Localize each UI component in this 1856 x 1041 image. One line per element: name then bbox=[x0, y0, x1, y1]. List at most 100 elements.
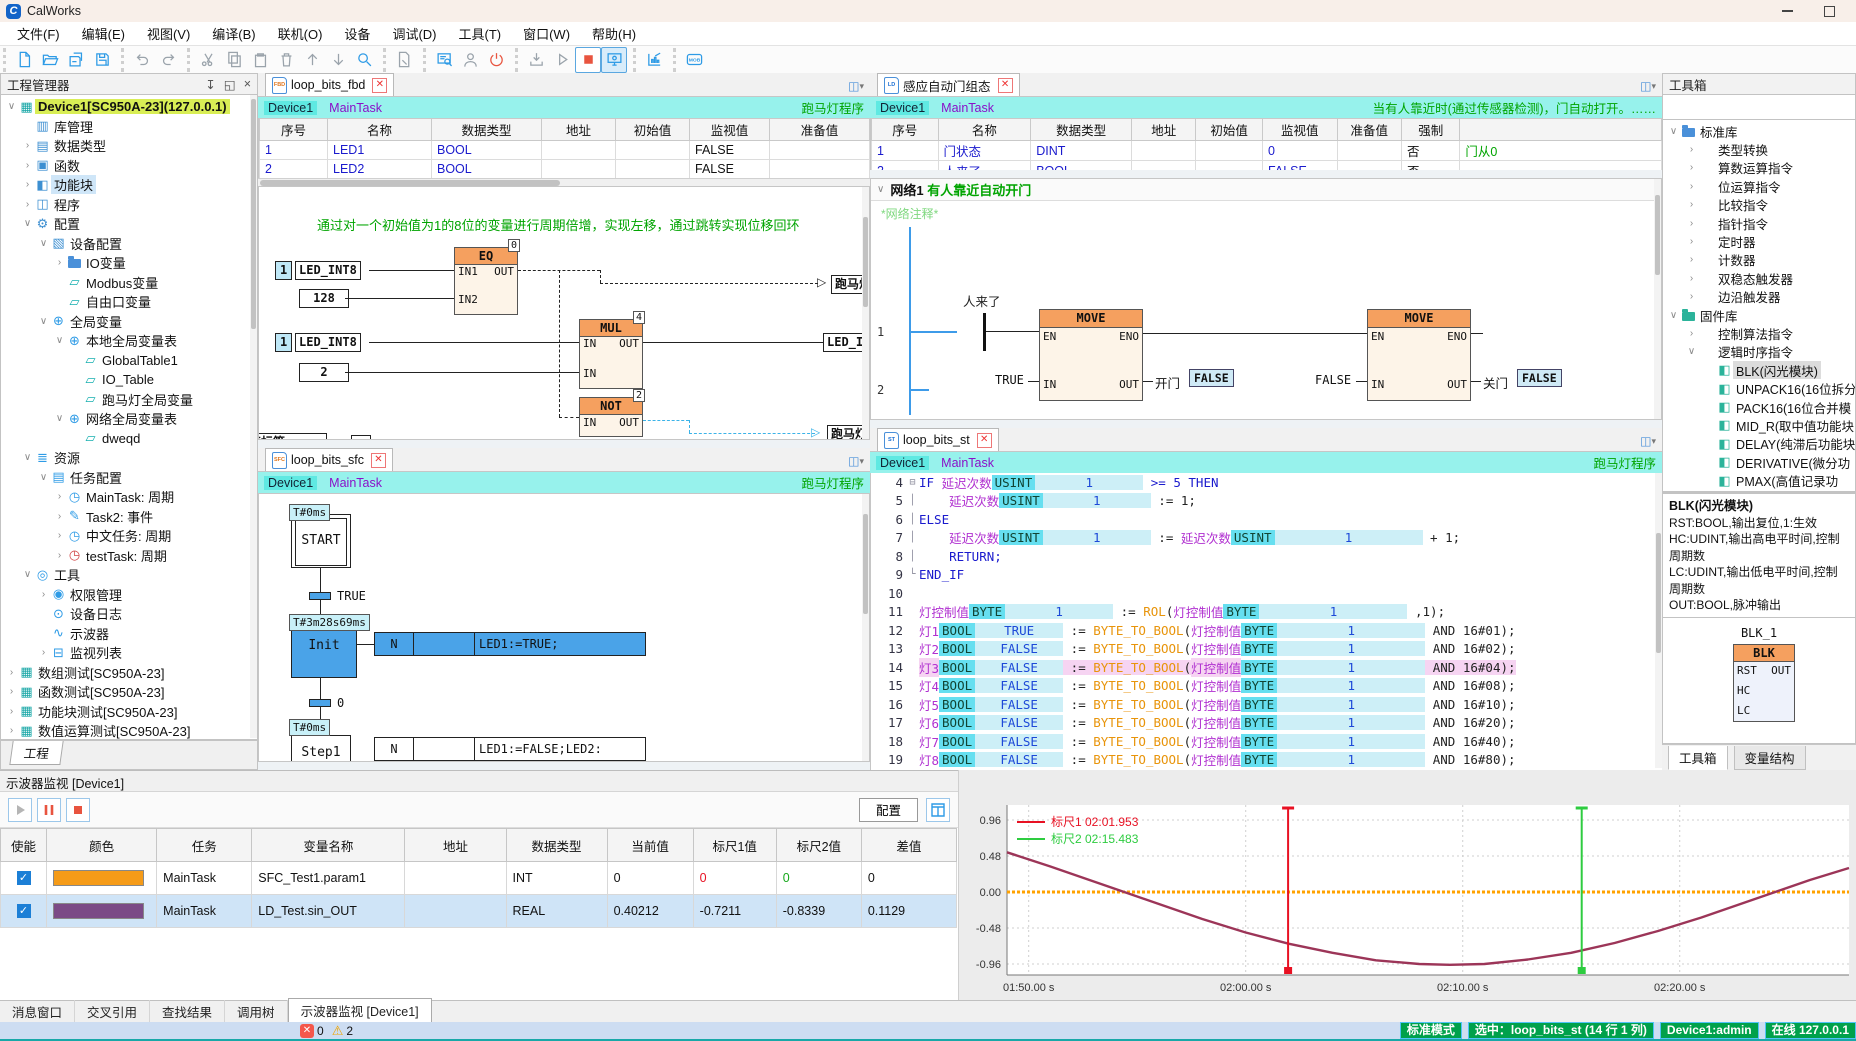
contact-icon[interactable] bbox=[983, 313, 986, 351]
fbd-operand-128[interactable]: 128 bbox=[299, 289, 349, 308]
tree-item[interactable]: ∨逻辑时序指令 bbox=[1663, 343, 1855, 361]
sfc-transition-true[interactable] bbox=[309, 592, 331, 600]
sfc-action-qualifier[interactable]: N bbox=[374, 632, 414, 656]
run-icon[interactable] bbox=[549, 47, 575, 73]
move-down-icon[interactable] bbox=[325, 47, 351, 73]
expand-icon[interactable]: › bbox=[37, 589, 50, 600]
expand-icon[interactable]: › bbox=[53, 491, 66, 502]
bottom-tab[interactable]: 查找结果 bbox=[150, 1000, 225, 1023]
scope-col-header[interactable]: 地址 bbox=[405, 829, 506, 862]
ld-diagram-canvas[interactable]: ∨ 网络1 有人靠近自动开门 *网络注释* 1 2 人来了 MOVE EN EN… bbox=[870, 178, 1662, 420]
scope-col-header[interactable]: 数据类型 bbox=[506, 829, 607, 862]
var-table-header[interactable]: 准备值 bbox=[770, 119, 870, 141]
tab-auto-door[interactable]: LD 感应自动门组态 ✕ bbox=[877, 73, 1020, 96]
collapse-icon[interactable]: ∨ bbox=[53, 413, 66, 424]
tree-item[interactable]: ◧MID_R(取中值功能块 bbox=[1663, 416, 1855, 434]
tree-item[interactable]: ›⊟监视列表 bbox=[1, 643, 257, 663]
scope-play-button[interactable] bbox=[8, 798, 32, 822]
sfc-task-link[interactable]: MainTask bbox=[329, 476, 382, 490]
tree-item[interactable]: ›位运算指令 bbox=[1663, 177, 1855, 195]
delete-icon[interactable] bbox=[273, 47, 299, 73]
fbd-operand-2[interactable]: 2 bbox=[299, 363, 349, 382]
tree-item[interactable]: ◧BLK(闪光模块) bbox=[1663, 361, 1855, 379]
menu-item[interactable]: 设备 bbox=[333, 24, 381, 43]
var-table-row[interactable]: 2人来了BOOLFALSE否 bbox=[872, 161, 1662, 171]
tree-item[interactable]: ›双稳态触发器 bbox=[1663, 269, 1855, 287]
var-table-header[interactable]: 序号 bbox=[872, 119, 939, 141]
expand-icon[interactable]: › bbox=[1685, 328, 1698, 339]
expand-icon[interactable]: › bbox=[1685, 181, 1698, 192]
tree-item[interactable]: ∨⊕全局变量 bbox=[1, 312, 257, 332]
minimize-button[interactable] bbox=[1770, 0, 1804, 22]
chart-tool-icon[interactable] bbox=[641, 47, 667, 73]
sfc-action2-code[interactable]: LED1:=FALSE;LED2: bbox=[474, 737, 646, 761]
menu-item[interactable]: 调试(D) bbox=[381, 24, 447, 43]
st-device-chip[interactable]: Device1 bbox=[876, 456, 929, 470]
sfc-step-init[interactable]: Init bbox=[291, 630, 357, 678]
expand-icon[interactable]: › bbox=[1685, 144, 1698, 155]
move-up-icon[interactable] bbox=[299, 47, 325, 73]
mob-tool-icon[interactable]: MOB bbox=[681, 47, 707, 73]
sfc-action2-empty[interactable] bbox=[413, 737, 475, 761]
copy-icon[interactable] bbox=[221, 47, 247, 73]
bottom-tab[interactable]: 调用树 bbox=[225, 1000, 288, 1023]
code-line[interactable]: 9└END_IF bbox=[871, 566, 1662, 585]
tab-toolbox[interactable]: 工具箱 bbox=[1668, 746, 1728, 770]
scope-chart[interactable]: 0.960.480.00-0.48-0.9601:50.00 s02:00.00… bbox=[959, 770, 1855, 999]
bottom-tab[interactable]: 消息窗口 bbox=[0, 1000, 75, 1023]
menu-item[interactable]: 编辑(E) bbox=[71, 24, 136, 43]
code-line[interactable]: 8│ RETURN; bbox=[871, 547, 1662, 566]
scope-row[interactable]: ✓MainTaskSFC_Test1.param1INT0000 bbox=[1, 862, 957, 895]
tree-item[interactable]: ◧DELAY(纯滞后功能块 bbox=[1663, 435, 1855, 453]
collapse-icon[interactable]: ∨ bbox=[37, 316, 50, 327]
tree-item[interactable]: ›▦数值运算测试[SC950A-23] bbox=[1, 721, 257, 740]
scope-layout-icon[interactable] bbox=[926, 798, 950, 822]
scope-stop-button[interactable] bbox=[66, 798, 90, 822]
paste-icon[interactable] bbox=[247, 47, 273, 73]
st-code-editor[interactable]: 4⊟IF 延迟次数USINT1 >= 5 THEN5│ 延迟次数USINT1 :… bbox=[870, 473, 1662, 770]
ld-tab-close-icon[interactable]: ✕ bbox=[998, 78, 1013, 93]
expand-icon[interactable]: › bbox=[1685, 199, 1698, 210]
tree-item[interactable]: ›▦数组测试[SC950A-23] bbox=[1, 663, 257, 683]
collapse-icon[interactable]: ∨ bbox=[1685, 346, 1698, 357]
code-line[interactable]: 17灯6BOOLFALSE := BYTE_TO_BOOL(灯控制值BYTE1 … bbox=[871, 714, 1662, 733]
sfc-diagram-canvas[interactable]: T#0ms START TRUE T#3m28s69ms Init N LED1… bbox=[258, 493, 870, 762]
ld-task-link[interactable]: MainTask bbox=[941, 101, 994, 115]
tab-loop-bits-sfc[interactable]: SFC loop_bits_sfc ✕ bbox=[265, 448, 393, 471]
sfc-step-start[interactable]: START bbox=[291, 514, 351, 568]
tree-item[interactable]: ▱IO_Table bbox=[1, 370, 257, 390]
fold-marker[interactable]: ⊟ bbox=[906, 477, 919, 488]
var-table-header[interactable]: 监视值 bbox=[1262, 119, 1337, 141]
restore-button[interactable] bbox=[1812, 0, 1846, 22]
tree-item[interactable]: ›▦功能块测试[SC950A-23] bbox=[1, 702, 257, 722]
var-table-header[interactable]: 准备值 bbox=[1337, 119, 1401, 141]
fbd-operand-led-int8[interactable]: LED_INT8 bbox=[295, 261, 361, 280]
tree-item[interactable]: ∨▤任务配置 bbox=[1, 468, 257, 488]
tree-item[interactable]: ›比较指令 bbox=[1663, 196, 1855, 214]
user-login-icon[interactable] bbox=[457, 47, 483, 73]
sfc-action-empty[interactable] bbox=[413, 632, 475, 656]
menu-item[interactable]: 联机(O) bbox=[267, 24, 334, 43]
expand-icon[interactable]: › bbox=[53, 511, 66, 522]
scope-col-header[interactable]: 标尺1值 bbox=[693, 829, 776, 862]
pin-icon[interactable]: ↧ bbox=[205, 77, 215, 92]
scope-col-header[interactable]: 标尺2值 bbox=[776, 829, 861, 862]
ld-device-chip[interactable]: Device1 bbox=[876, 101, 929, 115]
tree-item[interactable]: ∨▧设备配置 bbox=[1, 234, 257, 254]
tree-item[interactable]: ∨标准库 bbox=[1663, 122, 1855, 140]
code-line[interactable]: 12灯1BOOLTRUE := BYTE_TO_BOOL(灯控制值BYTE1 A… bbox=[871, 621, 1662, 640]
tree-item[interactable]: ◧DERIVATIVE(微分功 bbox=[1663, 453, 1855, 471]
tree-item[interactable]: ›◷MainTask: 周期 bbox=[1, 487, 257, 507]
tree-item[interactable]: ›定时器 bbox=[1663, 232, 1855, 250]
menu-item[interactable]: 工具(T) bbox=[447, 24, 512, 43]
menu-item[interactable]: 窗口(W) bbox=[512, 24, 581, 43]
sfc-transition-0[interactable] bbox=[309, 699, 331, 707]
collapse-icon[interactable]: ∨ bbox=[1667, 126, 1680, 137]
ld-out1-operand[interactable]: 开门 bbox=[1155, 373, 1180, 392]
tree-item[interactable]: ∿示波器 bbox=[1, 624, 257, 644]
tree-item[interactable]: ›◉权限管理 bbox=[1, 585, 257, 605]
tree-item[interactable]: ›边沿触发器 bbox=[1663, 288, 1855, 306]
code-line[interactable]: 7│ 延迟次数USINT1 := 延迟次数USINT1 + 1; bbox=[871, 529, 1662, 548]
page-setup-icon[interactable] bbox=[391, 47, 417, 73]
collapse-icon[interactable]: ∨ bbox=[21, 569, 34, 580]
